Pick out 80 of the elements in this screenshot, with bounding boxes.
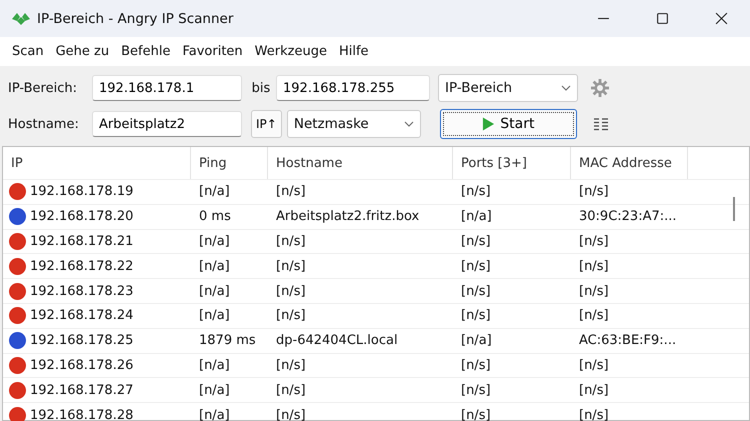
table-cell: 192.168.178.20 bbox=[30, 209, 134, 224]
table-cell: dp-642404CL.local bbox=[276, 333, 398, 348]
chevron-icon bbox=[561, 85, 571, 91]
range-label: IP-Bereich: bbox=[7, 80, 78, 96]
hostname-label: Hostname: bbox=[7, 116, 80, 132]
table-cell: [n/s] bbox=[461, 234, 491, 249]
table-cell: [n/s] bbox=[276, 258, 306, 274]
menu-item[interactable]: Werkzeuge bbox=[248, 44, 333, 59]
menu-item[interactable]: Hilfe bbox=[332, 44, 375, 59]
menu-item[interactable]: Gehe zu bbox=[50, 44, 116, 59]
table-cell: 192.168.178.21 bbox=[30, 234, 134, 249]
column-header[interactable]: Ping bbox=[191, 147, 268, 179]
table-cell: [n/s] bbox=[461, 358, 491, 373]
table-cell: 192.168.178.22 bbox=[30, 258, 134, 274]
table-cell: [n/a] bbox=[199, 284, 230, 299]
table-cell: [n/s] bbox=[461, 284, 491, 299]
table-cell: [n/s] bbox=[461, 382, 491, 398]
table-cell: [n/s] bbox=[276, 358, 306, 373]
start-ip-field[interactable]: 192.168.178.1 bbox=[92, 75, 242, 101]
end-ip-field[interactable]: 192.168.178.255 bbox=[276, 75, 430, 101]
app-logo-icon bbox=[11, 10, 31, 26]
column-header[interactable]: IP bbox=[3, 147, 191, 179]
table-cell: 30:9C:23:A7:... bbox=[579, 209, 677, 224]
table-cell: 192.168.178.27 bbox=[30, 382, 134, 398]
table-cell: [n/s] bbox=[579, 382, 609, 398]
table-cell: 192.168.178.26 bbox=[30, 358, 134, 373]
table-cell: 192.168.178.24 bbox=[30, 308, 134, 324]
table-cell: [n/s] bbox=[579, 408, 609, 421]
maximize-icon[interactable] bbox=[656, 12, 669, 25]
start-button[interactable]: Start bbox=[440, 109, 577, 139]
columns-icon[interactable] bbox=[592, 117, 609, 131]
table-cell: [n/a] bbox=[461, 333, 492, 348]
table-cell: 1879 ms bbox=[199, 333, 256, 348]
menu-item[interactable]: Scan bbox=[6, 44, 50, 59]
table-cell: [n/s] bbox=[579, 234, 609, 249]
column-header[interactable]: Hostname bbox=[268, 147, 453, 179]
ip-lookup-button[interactable]: IP↑ bbox=[251, 110, 282, 138]
table-cell: 192.168.178.25 bbox=[30, 333, 134, 348]
table-cell: [n/s] bbox=[276, 308, 306, 324]
table-cell: [n/s] bbox=[579, 284, 609, 299]
scrollbar-thumb[interactable] bbox=[733, 197, 735, 221]
table-cell: [n/s] bbox=[276, 408, 306, 421]
table-cell: [n/s] bbox=[579, 308, 609, 324]
table-cell: [n/s] bbox=[276, 382, 306, 398]
table-cell: [n/a] bbox=[461, 209, 492, 224]
table-cell: AC:63:BE:F9:... bbox=[579, 333, 676, 348]
table-cell: [n/s] bbox=[461, 184, 491, 200]
column-header[interactable]: Ports [3+] bbox=[453, 147, 571, 179]
mode-dropdown[interactable]: IP-Bereich bbox=[438, 74, 578, 102]
menu-item[interactable]: Favoriten bbox=[176, 44, 249, 59]
table-cell: [n/s] bbox=[461, 408, 491, 421]
table-cell: [n/a] bbox=[199, 308, 230, 324]
netmask-dropdown[interactable]: Netzmaske bbox=[286, 110, 421, 138]
table-cell: [n/a] bbox=[199, 258, 230, 274]
table-cell: 192.168.178.28 bbox=[30, 408, 134, 421]
hostname-field[interactable]: Arbeitsplatz2 bbox=[92, 111, 242, 137]
table-cell: [n/s] bbox=[276, 184, 306, 200]
close-icon[interactable] bbox=[715, 12, 728, 25]
table-cell: [n/a] bbox=[199, 234, 230, 249]
table-cell: Arbeitsplatz2.fritz.box bbox=[276, 209, 420, 224]
table-cell: [n/s] bbox=[579, 258, 609, 274]
table-cell: [n/a] bbox=[199, 184, 230, 200]
column-header[interactable]: MAC Addresse bbox=[571, 147, 688, 179]
chevron-icon bbox=[404, 121, 414, 127]
table-cell: [n/s] bbox=[579, 358, 609, 373]
to-label: bis bbox=[250, 80, 272, 96]
table-cell: 192.168.178.19 bbox=[30, 184, 134, 200]
play-icon bbox=[482, 116, 496, 132]
table-cell: [n/a] bbox=[199, 358, 230, 373]
menu-item[interactable]: Befehle bbox=[115, 44, 176, 59]
table-cell: 192.168.178.23 bbox=[30, 284, 134, 299]
table-cell: 0 ms bbox=[199, 209, 231, 224]
table-cell: [n/s] bbox=[276, 234, 306, 249]
table-cell: [n/s] bbox=[461, 258, 491, 274]
window-title: IP-Bereich - Angry IP Scanner bbox=[37, 10, 234, 26]
table-cell: [n/s] bbox=[461, 308, 491, 324]
table-cell: [n/s] bbox=[579, 184, 609, 200]
table-cell: [n/a] bbox=[199, 408, 230, 421]
table-cell: [n/s] bbox=[276, 284, 306, 299]
table-cell: [n/a] bbox=[199, 382, 230, 398]
